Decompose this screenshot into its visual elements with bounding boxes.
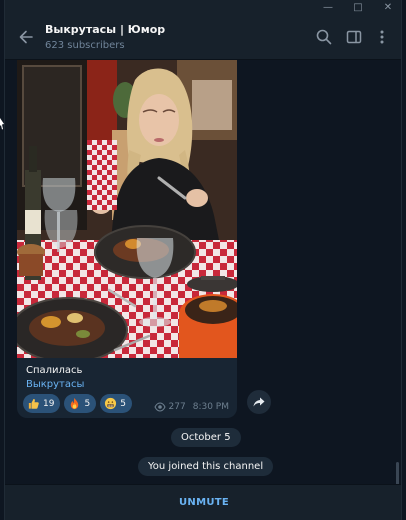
sidebar-toggle-icon[interactable] (345, 28, 363, 46)
mouse-cursor-icon (0, 118, 4, 130)
telegram-window: — □ ✕ Выкрутасы | Юмор 623 subscribers С… (4, 0, 402, 520)
eye-icon (153, 402, 166, 412)
post-time: 8:30 PM (192, 402, 229, 412)
more-vertical-icon[interactable] (373, 28, 391, 46)
post-signature-link[interactable]: Выкрутасы (26, 379, 84, 390)
view-count: 277 (168, 402, 186, 412)
composer-bar: UNMUTE (5, 484, 401, 520)
joined-channel-notice: You joined this channel (138, 457, 274, 476)
reaction-count: 19 (43, 398, 55, 409)
date-separator: October 5 (171, 428, 241, 447)
fire-icon (71, 397, 79, 410)
channel-title[interactable]: Выкрутасы | Юмор (45, 23, 165, 36)
post-meta: 277 8:30 PM (153, 402, 229, 412)
window-titlebar: — □ ✕ (5, 0, 401, 14)
reaction-count: 5 (120, 398, 126, 409)
reaction-thumbs-up[interactable]: 19 (23, 394, 61, 413)
channel-post[interactable]: Спалилась Выкрутасы 19 5 5 277 8:30 PM (17, 60, 237, 418)
search-icon[interactable] (315, 28, 333, 46)
chat-header: Выкрутасы | Юмор 623 subscribers (5, 14, 401, 60)
reaction-count: 5 (84, 398, 91, 409)
maximize-icon[interactable]: □ (343, 0, 373, 14)
message-list[interactable]: Спалилась Выкрутасы 19 5 5 277 8:30 PM O… (5, 60, 401, 488)
arrow-left-icon[interactable] (15, 26, 37, 48)
reaction-fire[interactable]: 5 (64, 394, 97, 413)
grimacing-face-icon (105, 397, 117, 410)
close-icon[interactable]: ✕ (373, 0, 401, 14)
share-button[interactable] (247, 390, 271, 414)
share-icon (253, 397, 265, 407)
reaction-grimacing[interactable]: 5 (100, 394, 132, 413)
thumbs-up-icon (28, 399, 39, 409)
post-caption: Спалилась (26, 365, 83, 376)
post-photo[interactable] (17, 60, 237, 358)
unmute-button[interactable]: UNMUTE (179, 497, 229, 508)
subscriber-count: 623 subscribers (45, 40, 125, 51)
reactions-bar: 19 5 5 (23, 394, 132, 413)
minimize-icon[interactable]: — (313, 0, 343, 14)
